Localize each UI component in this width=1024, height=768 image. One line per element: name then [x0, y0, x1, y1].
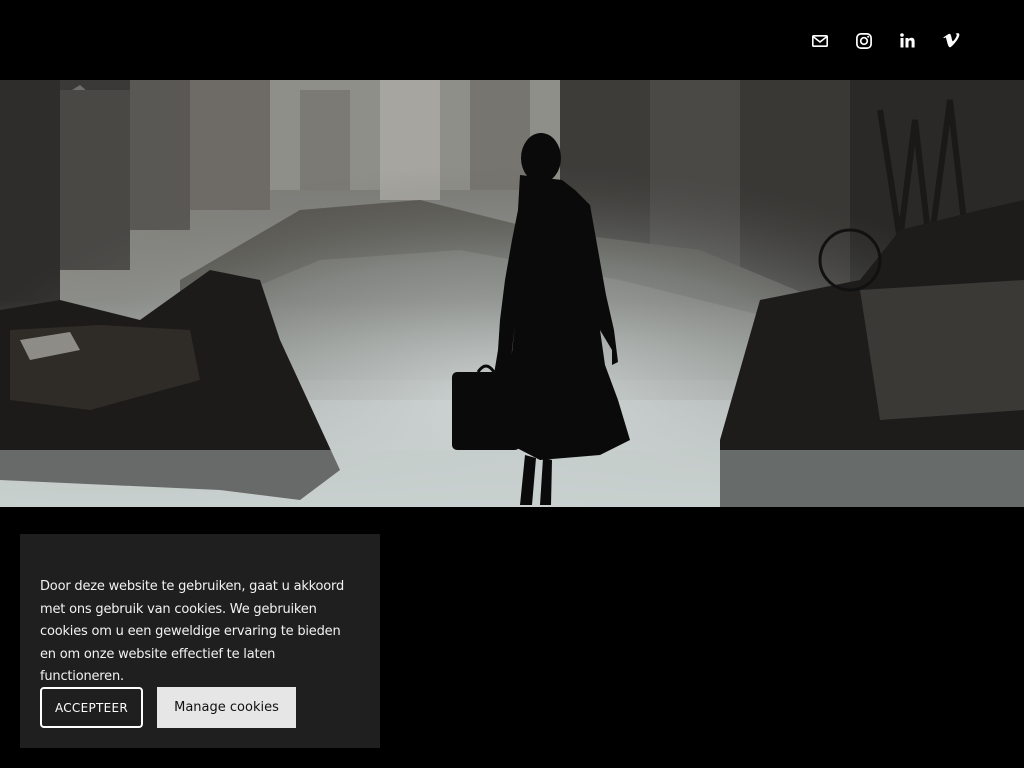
- cookie-buttons: ACCEPTEER Manage cookies: [40, 687, 296, 728]
- accept-cookies-button[interactable]: ACCEPTEER: [40, 687, 143, 728]
- cookie-message: Door deze website te gebruiken, gaat u a…: [40, 579, 345, 684]
- instagram-icon: [855, 32, 872, 49]
- social-links: [807, 28, 964, 53]
- cookie-banner: Door deze website te gebruiken, gaat u a…: [20, 534, 380, 748]
- mail-icon: [811, 34, 828, 47]
- vimeo-icon: [943, 33, 960, 48]
- manage-cookies-button[interactable]: Manage cookies: [157, 687, 296, 728]
- hero-image: [0, 80, 1024, 507]
- page: Door deze website te gebruiken, gaat u a…: [0, 0, 1024, 768]
- site-header: [0, 0, 1024, 80]
- linkedin-icon: [900, 33, 915, 48]
- linkedin-link[interactable]: [895, 28, 920, 53]
- vimeo-link[interactable]: [939, 28, 964, 53]
- instagram-link[interactable]: [851, 28, 876, 53]
- email-link[interactable]: [807, 28, 832, 53]
